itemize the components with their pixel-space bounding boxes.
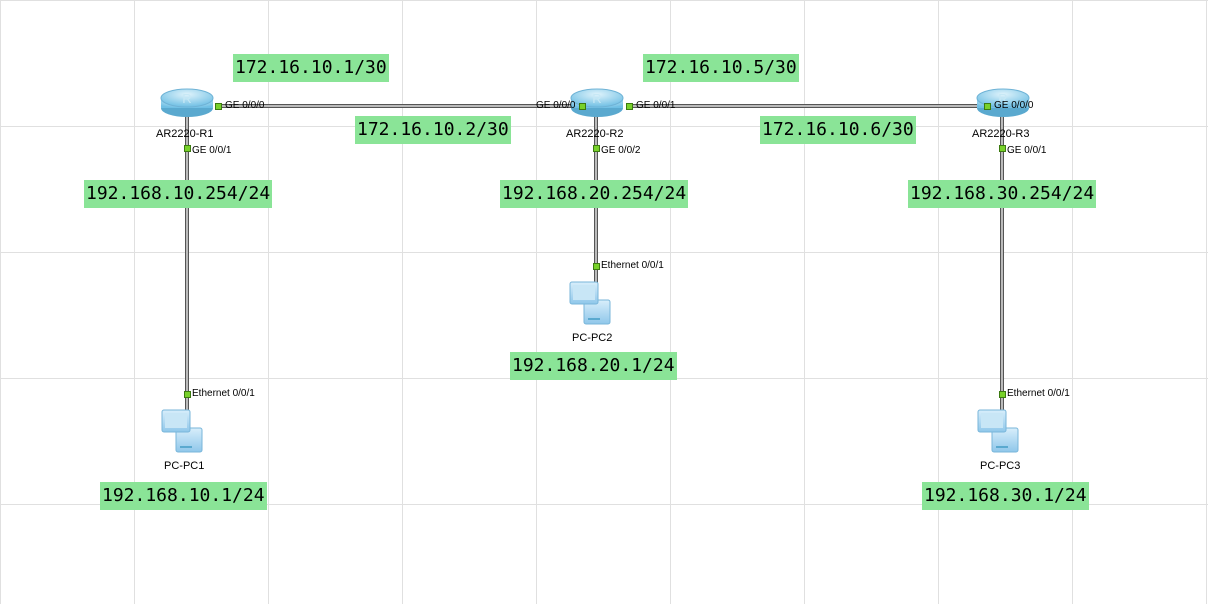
label-r3-name: AR2220-R3	[972, 128, 1029, 140]
label-pc3-port: Ethernet 0/0/1	[1007, 388, 1070, 399]
port-pc3	[999, 391, 1006, 398]
ip-r2-g002[interactable]: 192.168.20.254/24	[500, 180, 688, 208]
port-r3-g000	[984, 103, 991, 110]
ip-r2-g000[interactable]: 172.16.10.2/30	[355, 116, 511, 144]
pc-pc1[interactable]	[160, 406, 208, 456]
label-r2-g001: GE 0/0/1	[636, 100, 675, 111]
label-pc2-name: PC-PC2	[572, 332, 612, 344]
label-pc3-name: PC-PC3	[980, 460, 1020, 472]
label-r1-g000: GE 0/0/0	[225, 100, 264, 111]
label-r1-name: AR2220-R1	[156, 128, 213, 140]
ip-r3-g001[interactable]: 192.168.30.254/24	[908, 180, 1096, 208]
port-r1-g001	[184, 145, 191, 152]
ip-r1-g000[interactable]: 172.16.10.1/30	[233, 54, 389, 82]
label-r1-g001: GE 0/0/1	[192, 145, 231, 156]
port-r1-g000	[215, 103, 222, 110]
label-pc2-port: Ethernet 0/0/1	[601, 260, 664, 271]
pc-pc3[interactable]	[976, 406, 1024, 456]
label-r2-name: AR2220-R2	[566, 128, 623, 140]
port-r2-g000	[579, 103, 586, 110]
ip-r3-g000[interactable]: 172.16.10.6/30	[760, 116, 916, 144]
link-r1-r2	[217, 104, 582, 108]
ip-pc1[interactable]: 192.168.10.1/24	[100, 482, 267, 510]
ip-r1-g001[interactable]: 192.168.10.254/24	[84, 180, 272, 208]
topology-canvas[interactable]: R AR2220-R1 GE 0/0/0 GE 0/0/1 R AR2220-R…	[0, 0, 1208, 604]
label-r2-g002: GE 0/0/2	[601, 145, 640, 156]
port-pc2	[593, 263, 600, 270]
link-r2-r3	[628, 104, 986, 108]
label-pc1-port: Ethernet 0/0/1	[192, 388, 255, 399]
svg-text:R: R	[592, 91, 601, 106]
pc-icon	[568, 278, 616, 328]
port-r2-g002	[593, 145, 600, 152]
port-pc1	[184, 391, 191, 398]
router-icon: R	[160, 88, 214, 118]
pc-icon	[976, 406, 1024, 456]
pc-pc2[interactable]	[568, 278, 616, 328]
label-r2-g000: GE 0/0/0	[536, 100, 575, 111]
port-r3-g001	[999, 145, 1006, 152]
ip-r2-g001[interactable]: 172.16.10.5/30	[643, 54, 799, 82]
label-pc1-name: PC-PC1	[164, 460, 204, 472]
ip-pc3[interactable]: 192.168.30.1/24	[922, 482, 1089, 510]
ip-pc2[interactable]: 192.168.20.1/24	[510, 352, 677, 380]
router-r1[interactable]: R	[160, 88, 214, 118]
router-letter: R	[182, 91, 191, 106]
pc-icon	[160, 406, 208, 456]
link-r3-pc3	[1000, 116, 1004, 426]
link-r1-pc1	[185, 114, 189, 424]
label-r3-g000: GE 0/0/0	[994, 100, 1033, 111]
port-r2-g001	[626, 103, 633, 110]
label-r3-g001: GE 0/0/1	[1007, 145, 1046, 156]
